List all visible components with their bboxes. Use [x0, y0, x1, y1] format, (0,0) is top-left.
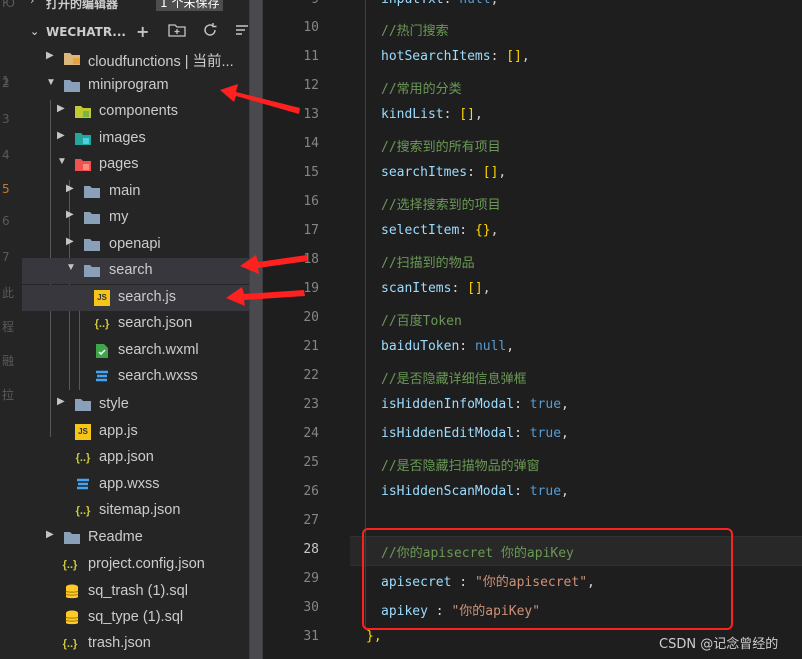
annotation-arrow-search: [240, 255, 308, 274]
watermark: CSDN @记念曾经的: [659, 637, 779, 652]
annotation-arrows: [220, 84, 308, 306]
annotation-arrow-search-js: [226, 287, 305, 306]
annotation-arrow-miniprogram: [220, 84, 300, 114]
